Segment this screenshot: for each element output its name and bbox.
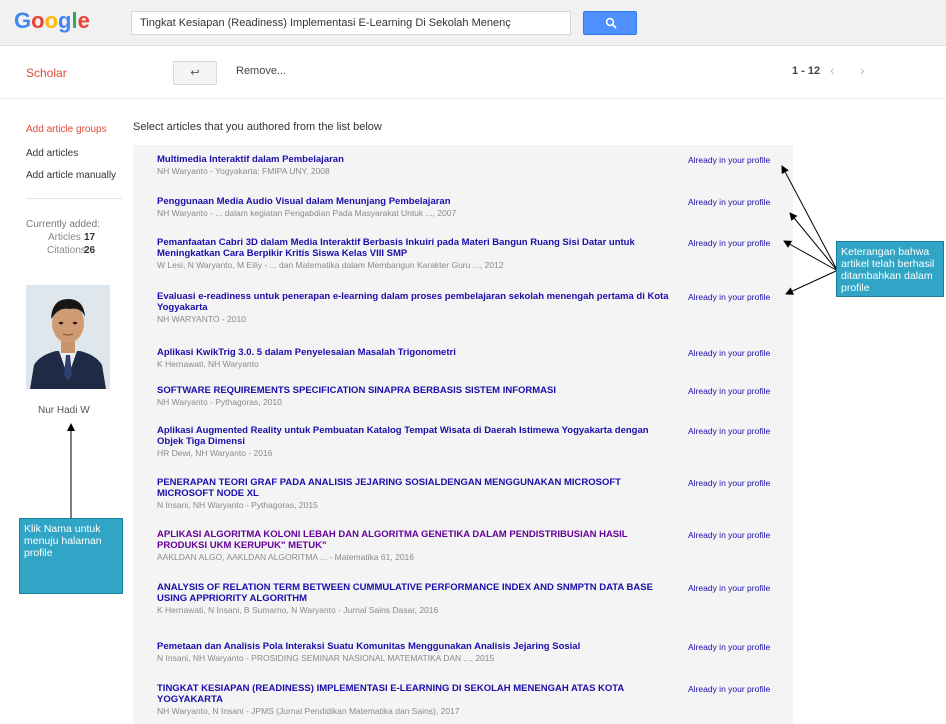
article-row: Multimedia Interaktif dalam Pembelajaran…: [157, 154, 677, 177]
profile-status-callout: Keterangan bahwa artikel telah berhasil …: [836, 241, 944, 297]
author-link-callout: Klik Nama untuk menuju halaman profile: [19, 518, 123, 594]
article-meta: NH Waryanto, N Insani - JPMS (Jurnal Pen…: [157, 706, 460, 716]
scholar-label[interactable]: Scholar: [26, 66, 67, 80]
avatar[interactable]: [26, 285, 110, 389]
sidebar-item-add-articles[interactable]: Add articles: [26, 148, 78, 159]
section-title: Select articles that you authored from t…: [133, 121, 382, 133]
chevron-left-icon[interactable]: ‹: [830, 62, 835, 78]
article-title-link[interactable]: Aplikasi KwikTrig 3.0. 5 dalam Penyelesa…: [157, 347, 677, 358]
articles-count: 17: [84, 232, 96, 243]
profile-status-link[interactable]: Already in your profile: [688, 684, 770, 694]
articles-label: Articles: [48, 232, 81, 243]
article-title-link[interactable]: ANALYSIS OF RELATION TERM BETWEEN CUMMUL…: [157, 582, 677, 604]
article-row: Penggunaan Media Audio Visual dalam Menu…: [157, 196, 677, 219]
arrow-to-status-2: [789, 212, 837, 270]
article-row: SOFTWARE REQUIREMENTS SPECIFICATION SINA…: [157, 385, 677, 408]
google-logo[interactable]: Google: [14, 8, 90, 34]
article-meta: N Insani, NH Waryanto - PROSIDING SEMINA…: [157, 653, 495, 663]
profile-status-link[interactable]: Already in your profile: [688, 530, 770, 540]
article-title-link[interactable]: APLIKASI ALGORITMA KOLONI LEBAH DAN ALGO…: [157, 529, 677, 551]
profile-status-link[interactable]: Already in your profile: [688, 386, 770, 396]
profile-status-link[interactable]: Already in your profile: [688, 348, 770, 358]
article-title-link[interactable]: Penggunaan Media Audio Visual dalam Menu…: [157, 196, 677, 207]
article-meta: W Lesi, N Waryanto, M Eiliy - ... dan Ma…: [157, 260, 504, 270]
article-title-link[interactable]: Aplikasi Augmented Reality untuk Pembuat…: [157, 425, 677, 447]
citations-count: 26: [84, 245, 96, 256]
article-title-link[interactable]: TINGKAT KESIAPAN (READINESS) IMPLEMENTAS…: [157, 683, 677, 705]
profile-status-link[interactable]: Already in your profile: [688, 642, 770, 652]
top-bar: Google Tingkat Kesiapan (Readiness) Impl…: [0, 0, 946, 46]
article-row: ANALYSIS OF RELATION TERM BETWEEN CUMMUL…: [157, 582, 677, 616]
logo-letter: G: [14, 8, 32, 33]
article-meta: AAKLDAN ALGO, AAKLDAN ALGORITMA ... - Ma…: [157, 552, 414, 562]
article-title-link[interactable]: Pemetaan dan Analisis Pola Interaksi Sua…: [157, 641, 677, 652]
article-title-link[interactable]: PENERAPAN TEORI GRAF PADA ANALISIS JEJAR…: [157, 477, 677, 499]
article-title-link[interactable]: SOFTWARE REQUIREMENTS SPECIFICATION SINA…: [157, 385, 677, 396]
profile-status-link[interactable]: Already in your profile: [688, 426, 770, 436]
profile-status-link[interactable]: Already in your profile: [688, 583, 770, 593]
article-row: Aplikasi KwikTrig 3.0. 5 dalam Penyelesa…: [157, 347, 677, 370]
sidebar-item-add-article-manually[interactable]: Add article manually: [26, 170, 116, 181]
citations-label: Citations: [47, 245, 86, 256]
article-row: Pemetaan dan Analisis Pola Interaksi Sua…: [157, 641, 677, 664]
article-title-link[interactable]: Evaluasi e-readiness untuk penerapan e-l…: [157, 291, 677, 313]
search-icon: [605, 17, 617, 29]
article-meta: K Hernawati, N Insani, B Sumarno, N Wary…: [157, 605, 439, 615]
profile-status-link[interactable]: Already in your profile: [688, 197, 770, 207]
back-arrow-icon: ↩: [190, 67, 200, 79]
sidebar-divider: [26, 198, 122, 199]
profile-status-link[interactable]: Already in your profile: [688, 238, 770, 248]
article-row: TINGKAT KESIAPAN (READINESS) IMPLEMENTAS…: [157, 683, 677, 717]
currently-added-label: Currently added:: [26, 219, 100, 230]
arrow-to-status-4: [785, 270, 837, 295]
article-row: Aplikasi Augmented Reality untuk Pembuat…: [157, 425, 677, 459]
chevron-right-icon[interactable]: ›: [860, 62, 865, 78]
article-meta: HR Dewi, NH Waryanto - 2016: [157, 448, 273, 458]
profile-photo: [26, 285, 110, 389]
profile-status-link[interactable]: Already in your profile: [688, 292, 770, 302]
sidebar-item-add-article-groups[interactable]: Add article groups: [26, 124, 107, 135]
article-meta: NH Waryanto - Pythagoras, 2010: [157, 397, 282, 407]
article-meta: NH WARYANTO - 2010: [157, 314, 246, 324]
article-title-link[interactable]: Pemanfaatan Cabri 3D dalam Media Interak…: [157, 237, 677, 259]
logo-letter: g: [58, 8, 72, 33]
article-title-link[interactable]: Multimedia Interaktif dalam Pembelajaran: [157, 154, 677, 165]
back-button[interactable]: ↩: [173, 61, 217, 85]
logo-letter: o: [44, 8, 59, 33]
logo-letter: o: [31, 8, 45, 33]
article-meta: NH Waryanto - Yogyakarta: FMIPA UNY, 200…: [157, 166, 330, 176]
search-input[interactable]: Tingkat Kesiapan (Readiness) Implementas…: [131, 11, 571, 35]
remove-button[interactable]: Remove...: [236, 65, 286, 77]
article-row: Evaluasi e-readiness untuk penerapan e-l…: [157, 291, 677, 325]
article-row: APLIKASI ALGORITMA KOLONI LEBAH DAN ALGO…: [157, 529, 677, 563]
toolbar: Scholar ↩ Remove... 1 - 12 ‹ ›: [0, 47, 946, 99]
logo-letter: e: [77, 8, 90, 33]
article-meta: K Hernawati, NH Waryanto: [157, 359, 259, 369]
article-meta: N Insani, NH Waryanto - Pythagoras, 2015: [157, 500, 318, 510]
author-name-link[interactable]: Nur Hadi W: [38, 405, 90, 416]
pagination-range: 1 - 12: [792, 65, 821, 77]
profile-status-link[interactable]: Already in your profile: [688, 478, 770, 488]
article-meta: NH Waryanto - ... dalam kegiatan Pengabd…: [157, 208, 457, 218]
article-row: PENERAPAN TEORI GRAF PADA ANALISIS JEJAR…: [157, 477, 677, 511]
article-row: Pemanfaatan Cabri 3D dalam Media Interak…: [157, 237, 677, 271]
search-button[interactable]: [583, 11, 637, 35]
profile-status-link[interactable]: Already in your profile: [688, 155, 770, 165]
